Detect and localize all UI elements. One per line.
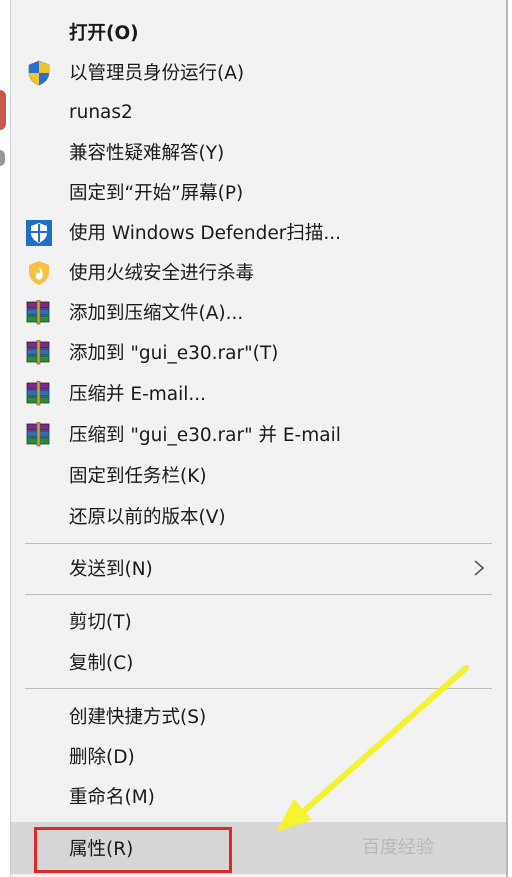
annotation-arrow xyxy=(276,665,469,832)
